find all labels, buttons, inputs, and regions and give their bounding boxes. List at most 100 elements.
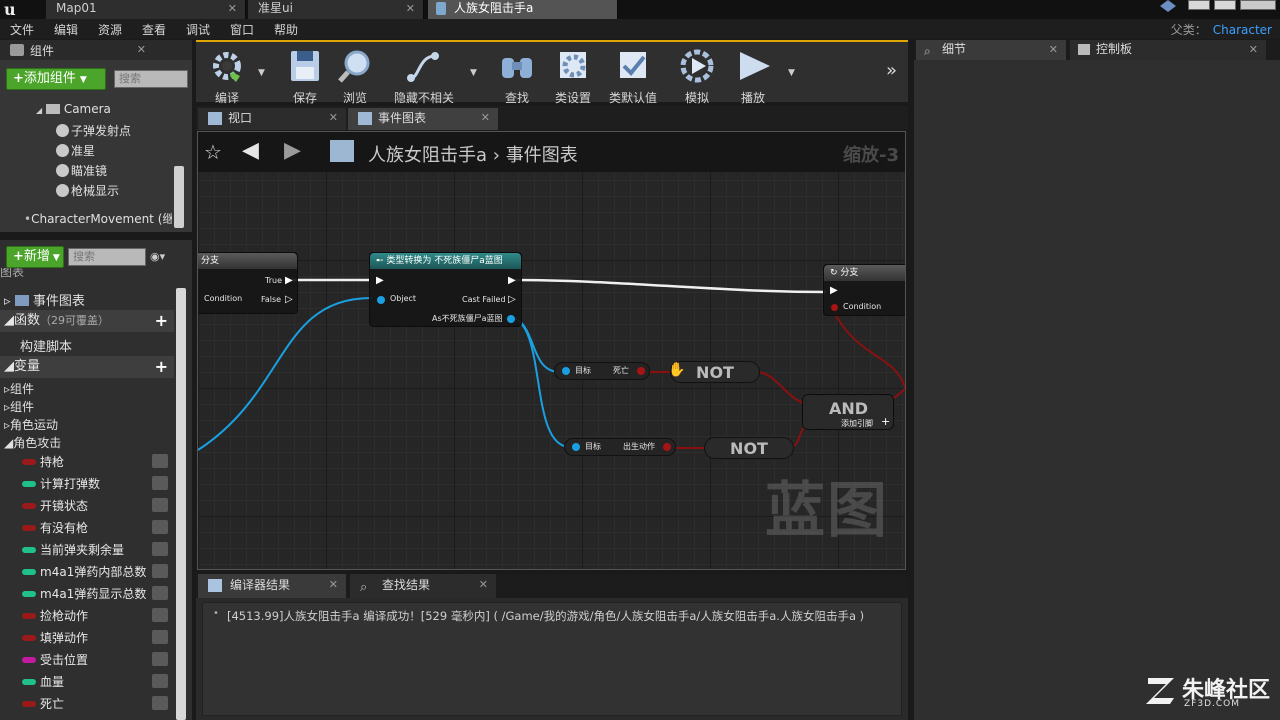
var-category-components-2[interactable]: ▹组件 — [4, 398, 34, 415]
close-icon[interactable]: ✕ — [329, 574, 338, 596]
tree-item-crosshair[interactable]: 准星 — [56, 142, 95, 159]
menu-window[interactable]: 窗口 — [230, 21, 254, 38]
visibility-eye-icon[interactable] — [152, 674, 168, 688]
target-pin-icon[interactable] — [572, 443, 580, 451]
components-search-input[interactable]: 搜索 — [114, 70, 188, 88]
as-zombie-pin[interactable]: As不死族僵尸a蓝图 — [432, 313, 503, 324]
visibility-eye-icon[interactable] — [152, 476, 168, 490]
tab-palette[interactable]: 控制板 ✕ — [1070, 40, 1266, 60]
menu-edit[interactable]: 编辑 — [54, 21, 78, 38]
menu-debug[interactable]: 调试 — [186, 21, 210, 38]
exec-pin-icon[interactable]: ▶ — [508, 275, 516, 286]
hide-unrelated-button[interactable]: 隐藏不相关 — [386, 46, 462, 105]
tab-viewport[interactable]: 视口 ✕ — [198, 108, 346, 130]
condition-pin[interactable]: Condition — [843, 302, 881, 311]
variable-item[interactable]: 持枪 — [22, 452, 172, 472]
var-category-movement[interactable]: ▹角色运动 — [4, 416, 58, 433]
close-icon[interactable]: ✕ — [479, 574, 488, 596]
bool-pin-icon[interactable] — [831, 304, 838, 311]
add-new-button[interactable]: +新增 ▼ — [6, 246, 64, 268]
add-component-button[interactable]: +添加组件 ▼ — [6, 68, 106, 90]
object-pin[interactable]: Object — [390, 294, 416, 303]
variable-item[interactable]: 捡枪动作 — [22, 606, 172, 626]
get-spawn-anim-node[interactable]: 目标 出生动作 — [564, 438, 676, 456]
var-category-attack[interactable]: ◢角色攻击 — [4, 434, 61, 451]
variable-item[interactable]: 当前弹夹剩余量 — [22, 540, 172, 560]
parent-class-link[interactable]: Character — [1213, 23, 1272, 37]
target-pin-icon[interactable] — [562, 367, 570, 375]
visibility-eye-icon[interactable] — [152, 608, 168, 622]
tree-item-character-movement[interactable]: •CharacterMovement (继 — [24, 210, 172, 227]
add-variable-icon[interactable]: + — [155, 356, 168, 378]
simulate-button[interactable]: 模拟 — [668, 46, 726, 105]
visibility-eye-icon[interactable] — [152, 542, 168, 556]
visibility-eye-icon[interactable] — [152, 498, 168, 512]
add-pin-label[interactable]: 添加引脚 — [841, 418, 873, 429]
exec-pin-icon[interactable]: ▷ — [285, 294, 293, 305]
visibility-eye-icon[interactable] — [152, 696, 168, 710]
class-settings-button[interactable]: 类设置 — [544, 46, 602, 105]
components-scrollbar[interactable] — [174, 166, 184, 228]
variable-item[interactable]: 受击位置 — [22, 650, 172, 670]
my-blueprint-scrollbar[interactable] — [176, 288, 186, 720]
menu-file[interactable]: 文件 — [10, 21, 34, 38]
true-pin[interactable]: True — [265, 276, 282, 285]
close-icon[interactable]: ✕ — [406, 0, 415, 17]
close-icon[interactable]: ✕ — [137, 43, 146, 56]
visibility-eye-icon[interactable] — [152, 586, 168, 600]
variables-section[interactable]: ◢变量 + — [0, 356, 174, 378]
close-icon[interactable]: ✕ — [329, 108, 338, 128]
play-options-chevron-icon[interactable]: ▼ — [788, 68, 795, 78]
menu-help[interactable]: 帮助 — [274, 21, 298, 38]
my-blueprint-search-input[interactable]: 搜索 — [68, 248, 146, 266]
variable-item[interactable]: m4a1弹药显示总数 — [22, 584, 172, 604]
menu-asset[interactable]: 资源 — [98, 21, 122, 38]
browse-button[interactable]: 浏览 — [326, 46, 384, 105]
exec-pin-icon[interactable]: ▶ — [830, 285, 838, 296]
visibility-eye-icon[interactable] — [152, 630, 168, 644]
variable-item[interactable]: 死亡 — [22, 694, 172, 714]
visibility-eye-icon[interactable] — [152, 652, 168, 666]
close-icon[interactable]: ✕ — [481, 108, 490, 128]
tree-item-muzzle[interactable]: 子弹发射点 — [56, 122, 131, 139]
condition-pin[interactable]: Condition — [204, 294, 242, 303]
functions-section[interactable]: ◢函数（29可覆盖） + — [0, 310, 174, 332]
maximize-button[interactable] — [1214, 0, 1236, 10]
object-pin-icon[interactable] — [507, 315, 515, 323]
get-dead-node[interactable]: 目标 死亡 — [554, 362, 650, 380]
bool-pin-icon[interactable] — [663, 443, 671, 451]
compile-button[interactable]: 编译 — [198, 46, 256, 105]
close-icon[interactable]: ✕ — [1049, 40, 1058, 59]
variable-item[interactable]: 开镜状态 — [22, 496, 172, 516]
hide-options-chevron-icon[interactable]: ▼ — [470, 68, 477, 78]
compile-options-chevron-icon[interactable]: ▼ — [258, 68, 265, 78]
view-options-eye-icon[interactable]: ◉▾ — [150, 250, 180, 264]
construction-script-item[interactable]: 构建脚本 — [20, 336, 72, 355]
tree-item-scope[interactable]: 瞄准镜 — [56, 162, 107, 179]
expand-arrow-icon[interactable]: ◢ — [36, 106, 42, 115]
add-pin-plus-icon[interactable]: + — [881, 415, 890, 428]
doc-tab-crosshair-ui[interactable]: 准星ui ✕ — [248, 0, 424, 19]
variable-item[interactable]: m4a1弹药内部总数 — [22, 562, 172, 582]
variable-item[interactable]: 血量 — [22, 672, 172, 692]
doc-tab-sniper-blueprint[interactable]: 人族女阻击手a — [428, 0, 618, 19]
play-button[interactable]: 播放 — [724, 46, 782, 105]
variable-item[interactable]: 填弹动作 — [22, 628, 172, 648]
source-control-icon[interactable] — [1160, 0, 1176, 12]
minimize-button[interactable] — [1188, 0, 1210, 10]
and-node[interactable]: AND 添加引脚 + — [802, 394, 894, 430]
false-pin[interactable]: False — [261, 295, 281, 304]
not-node-2[interactable]: NOT — [704, 437, 794, 459]
unreal-logo-icon[interactable]: u — [4, 0, 26, 19]
branch-node-2[interactable]: ↻ 分支 ▶ Condition — [823, 264, 905, 316]
tab-compiler-results[interactable]: 编译器结果 ✕ — [198, 574, 346, 598]
cast-failed-pin[interactable]: Cast Failed — [462, 295, 506, 304]
doc-tab-map01[interactable]: Map01 ✕ — [46, 0, 246, 19]
branch-node[interactable]: 分支 True Condition False ▶ ▷ — [198, 252, 298, 314]
class-defaults-button[interactable]: 类默认值 — [604, 46, 662, 105]
var-category-components[interactable]: ▹组件 — [4, 380, 34, 397]
close-icon[interactable]: ✕ — [1249, 40, 1258, 59]
find-button[interactable]: 查找 — [488, 46, 546, 105]
tree-item-camera[interactable]: ◢ Camera — [36, 102, 111, 116]
menu-view[interactable]: 查看 — [142, 21, 166, 38]
